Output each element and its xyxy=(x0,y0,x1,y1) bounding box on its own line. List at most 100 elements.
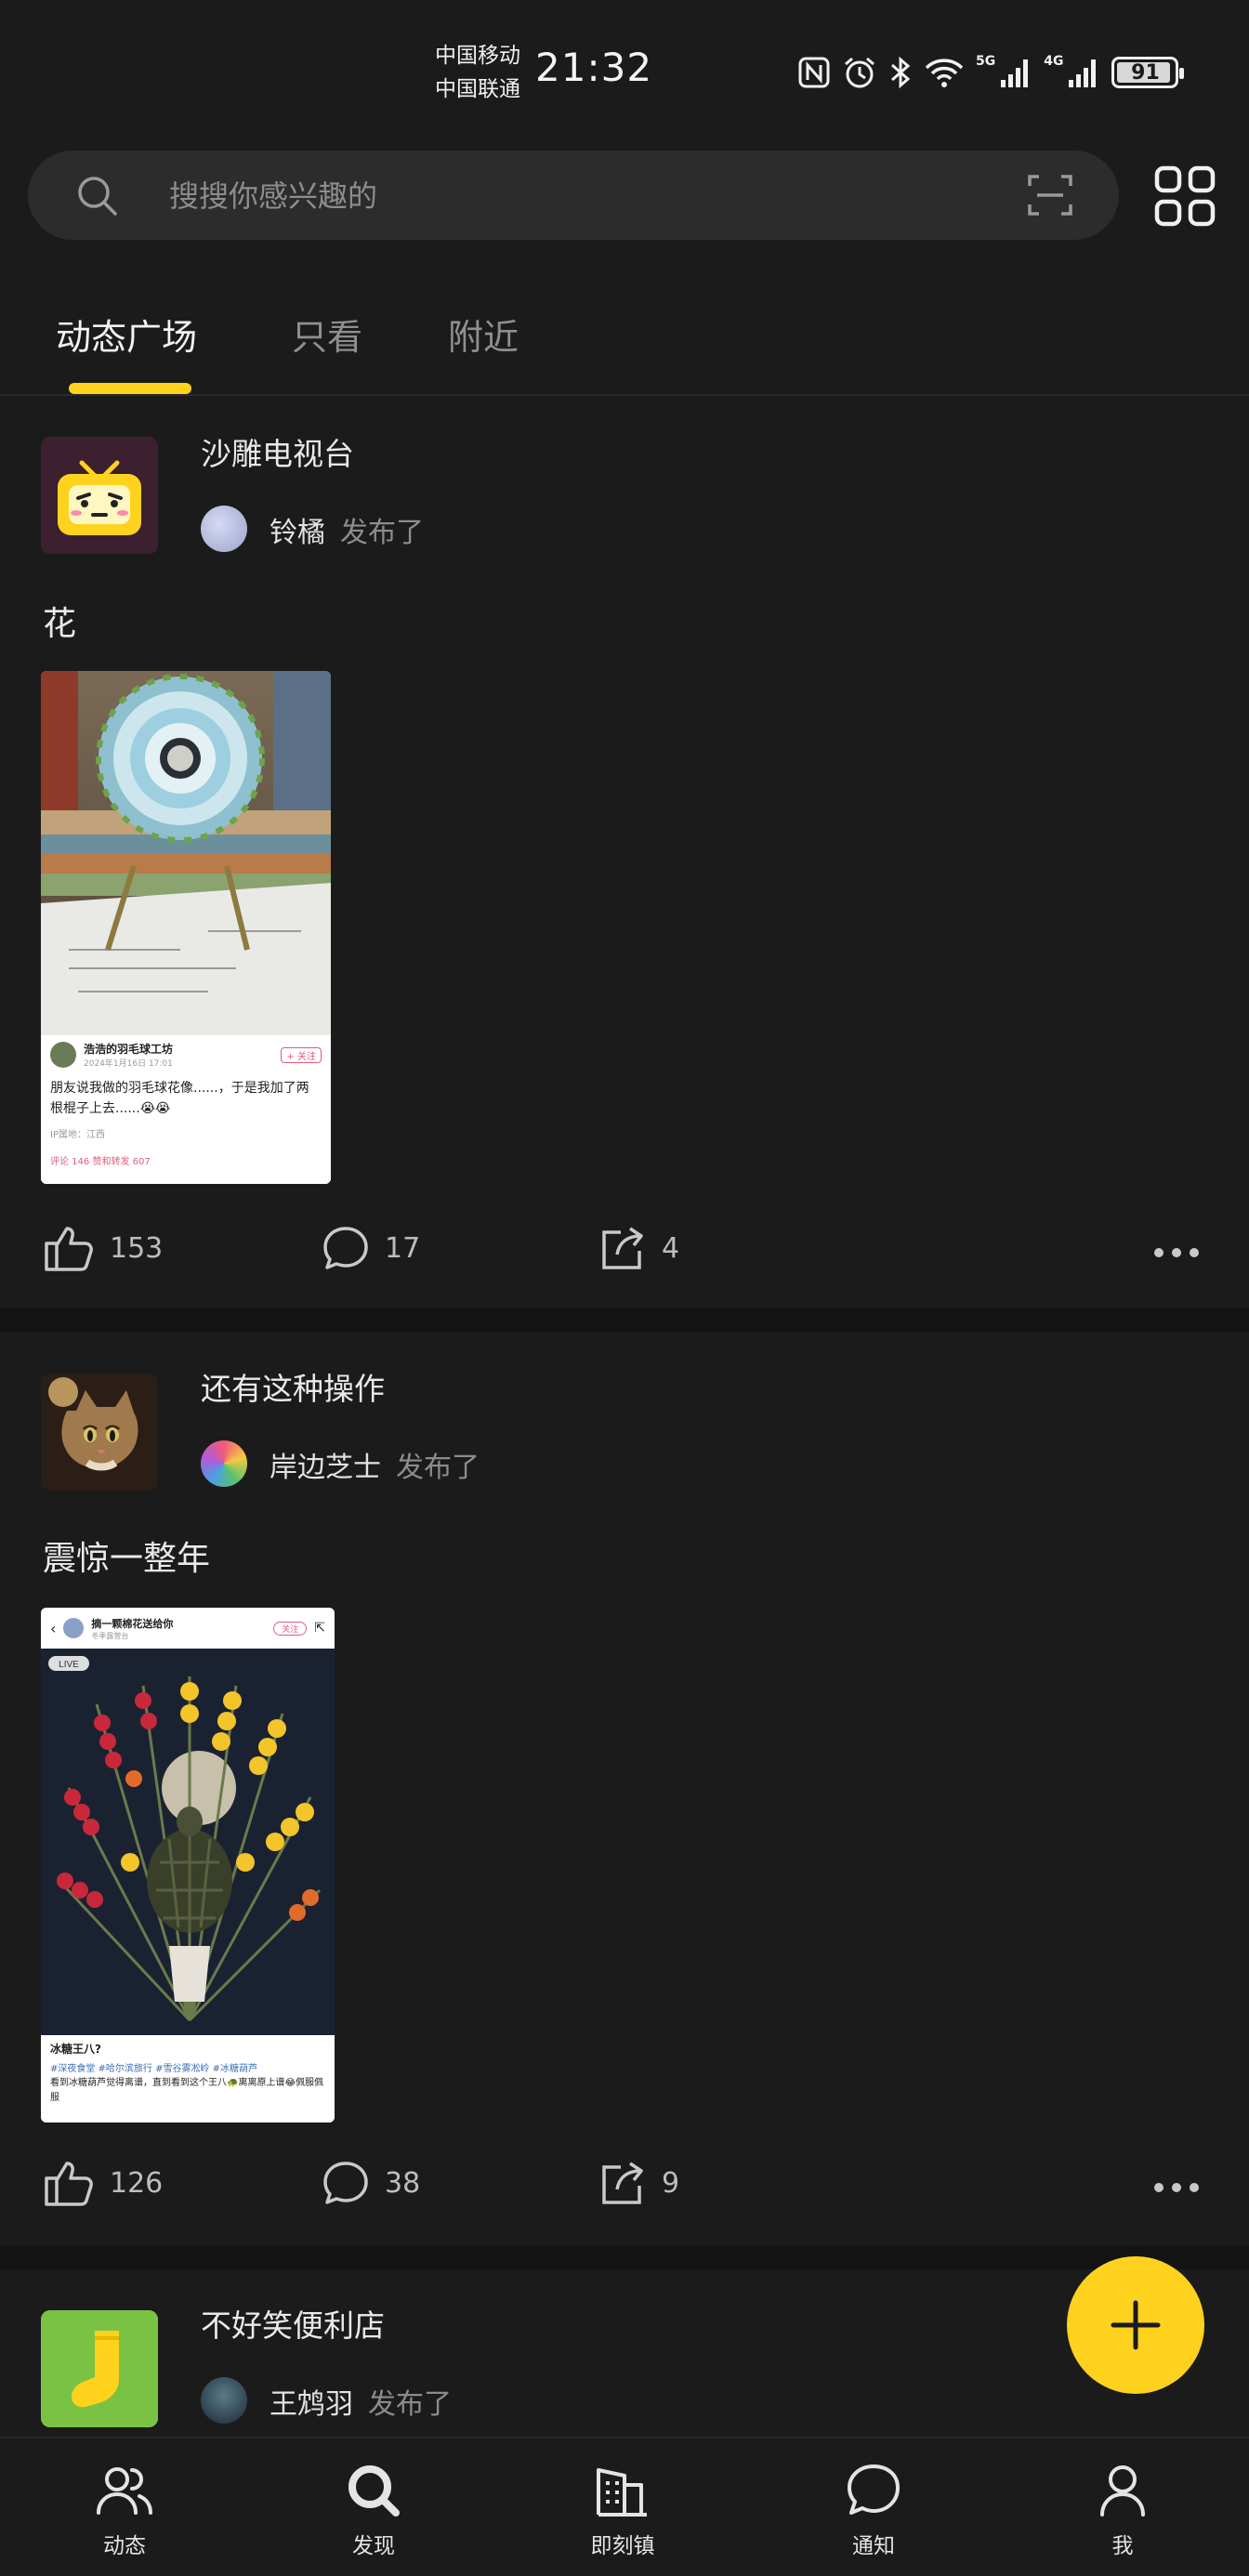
user-avatar[interactable] xyxy=(201,506,247,552)
post-image[interactable]: ‹ 摘一颗棉花送给你 冬季露营台 关注 ⇱ LIVE 冰糖王八? #深夜食堂 #… xyxy=(41,1608,335,2123)
feed-post: 还有这种操作 岸边芝士 发布了 震惊一整年 ‹ 摘一颗棉花送给你 冬季露营台 关… xyxy=(0,1333,1249,2245)
comment-count: 17 xyxy=(385,1231,421,1265)
wifi-icon xyxy=(925,59,964,87)
person-icon xyxy=(1100,2465,1145,2517)
search-bar[interactable]: 搜搜你感兴趣的 xyxy=(28,151,1119,240)
embedded-text: 朋友说我做的羽毛球花像......，于是我加了两根棍子上去......😭😭 xyxy=(50,1081,309,1116)
carrier-names: 中国移动 中国联通 xyxy=(435,39,520,106)
user-name[interactable]: 岸边芝士 xyxy=(270,1444,381,1485)
thumbs-up-icon xyxy=(45,2162,93,2206)
like-button[interactable]: 126 xyxy=(43,2160,163,2206)
comment-count: 38 xyxy=(385,2166,421,2200)
comment-bubble-icon xyxy=(323,2162,368,2204)
embedded-follow: + 关注 xyxy=(281,1046,322,1063)
embedded-sub: 冬季露营台 xyxy=(91,1631,129,1640)
nav-label: 通知 xyxy=(852,2534,895,2558)
active-tab-indicator xyxy=(69,383,191,394)
share-count: 4 xyxy=(662,1231,680,1265)
embedded-avatar xyxy=(63,1618,85,1638)
post-actions: 126 38 9 xyxy=(0,2160,1249,2215)
comment-button[interactable]: 38 xyxy=(322,2160,420,2206)
embedded-tags: #深夜食堂 #哈尔滨旅行 #雪谷雾凇岭 #冰糖葫芦 xyxy=(50,2064,258,2074)
sock-icon xyxy=(41,2310,158,2427)
nav-label: 发现 xyxy=(352,2534,395,2558)
embedded-text: 看到冰糖葫芦觉得离谱，直到看到这个王八🐢离离原上谱😂佩服佩服 xyxy=(50,2078,324,2103)
signal-2-label: 4G xyxy=(1044,54,1064,69)
like-count: 126 xyxy=(110,2166,164,2200)
channel-name[interactable]: 还有这种操作 xyxy=(201,1364,385,1409)
search-icon xyxy=(348,2465,400,2517)
channel-avatar[interactable] xyxy=(41,1373,158,1491)
user-name[interactable]: 王鸩羽 xyxy=(270,2381,353,2422)
scan-icon[interactable] xyxy=(1026,171,1074,219)
comment-button[interactable]: 17 xyxy=(322,1225,420,1271)
signal-bars-1-icon xyxy=(1001,59,1029,87)
embedded-date: 2024年1月16日 17:01 xyxy=(84,1059,173,1069)
more-options-icon[interactable] xyxy=(1154,1248,1199,1257)
chat-bubble-icon xyxy=(848,2464,900,2515)
nav-label: 即刻镇 xyxy=(590,2534,655,2558)
tab-nearby[interactable]: 附近 xyxy=(448,309,519,360)
embedded-stats: 评论 146 赞和转发 607 xyxy=(50,1157,151,1167)
post-title[interactable]: 花 xyxy=(43,597,76,645)
like-button[interactable]: 153 xyxy=(43,1225,163,1271)
thumbs-up-icon xyxy=(45,1227,93,1271)
channel-name[interactable]: 沙雕电视台 xyxy=(201,429,354,474)
tab-square[interactable]: 动态广场 xyxy=(56,309,197,360)
user-name[interactable]: 铃橘 xyxy=(270,509,325,550)
post-action-text: 发布了 xyxy=(396,1452,480,1484)
user-avatar[interactable] xyxy=(201,2377,247,2424)
channel-name[interactable]: 不好笑便利店 xyxy=(201,2301,385,2346)
embedded-header: ‹ 摘一颗棉花送给你 冬季露营台 关注 ⇱ xyxy=(41,1608,335,1649)
battery-icon: 91 xyxy=(1111,57,1185,88)
comment-bubble-icon xyxy=(323,1227,368,1269)
nav-item-notifications[interactable]: 通知 xyxy=(799,2463,948,2559)
embedded-location: IP属地：江西 xyxy=(50,1130,105,1140)
share-button[interactable]: 4 xyxy=(598,1225,679,1271)
clock: 21:32 xyxy=(535,45,653,90)
bluetooth-icon xyxy=(891,56,911,89)
post-divider xyxy=(0,2245,1249,2269)
channel-avatar[interactable] xyxy=(41,2310,158,2427)
share-out-icon: ⇱ xyxy=(314,1621,325,1636)
embedded-follow: 关注 xyxy=(273,1621,308,1636)
cat-photo xyxy=(41,1373,158,1491)
post-action-text: 发布了 xyxy=(368,2388,452,2421)
signal-1-label: 5G xyxy=(976,54,996,69)
search-icon xyxy=(78,177,117,216)
carrier-1: 中国移动 xyxy=(435,44,520,68)
nav-item-discover[interactable]: 发现 xyxy=(299,2463,448,2559)
post-title[interactable]: 震惊一整年 xyxy=(43,1531,210,1580)
candied-turtle-photo: LIVE xyxy=(41,1649,335,2035)
post-image[interactable]: 浩浩的羽毛球工坊 2024年1月16日 17:01 + 关注 朋友说我做的羽毛球… xyxy=(41,671,331,1184)
embedded-caption: 冰糖王八? xyxy=(50,2043,101,2056)
feed-post: 沙雕电视台 铃橘 发布了 花 浩浩的羽毛球工坊 2024年1月16日 17:01… xyxy=(0,398,1249,1308)
nav-item-feed[interactable]: 动态 xyxy=(50,2463,199,2559)
embedded-author: 摘一颗棉花送给你 xyxy=(91,1617,174,1630)
nfc-icon xyxy=(798,57,830,88)
channel-avatar[interactable] xyxy=(41,437,158,554)
share-icon xyxy=(602,1227,643,1269)
user-avatar[interactable] xyxy=(201,1440,247,1487)
more-options-icon[interactable] xyxy=(1154,2183,1199,2192)
bottom-navigation: 动态 发现 即刻镇 通知 我 xyxy=(0,2437,1249,2576)
tab-only-watch[interactable]: 只看 xyxy=(292,309,362,360)
buildings-icon xyxy=(597,2468,647,2517)
nav-label: 动态 xyxy=(103,2534,146,2558)
like-count: 153 xyxy=(110,1231,164,1265)
search-placeholder[interactable]: 搜搜你感兴趣的 xyxy=(169,173,377,216)
nav-label: 我 xyxy=(1111,2534,1134,2558)
status-icons: 5G 4G 91 xyxy=(797,50,1185,95)
post-actions: 153 17 4 xyxy=(0,1225,1249,1281)
embedded-author: 浩浩的羽毛球工坊 xyxy=(84,1043,174,1056)
create-post-button[interactable] xyxy=(1067,2256,1204,2394)
post-divider xyxy=(0,1308,1249,1333)
nav-item-me[interactable]: 我 xyxy=(1048,2463,1197,2559)
grid-menu-icon[interactable] xyxy=(1152,164,1217,229)
nav-item-town[interactable]: 即刻镇 xyxy=(548,2463,697,2559)
status-bar: 中国移动 中国联通 21:32 5G 4G 91 xyxy=(0,0,1249,139)
feed-tabs: 动态广场 只看 附近 xyxy=(0,297,1249,396)
share-button[interactable]: 9 xyxy=(598,2160,679,2206)
tv-mascot-icon xyxy=(41,437,158,554)
live-badge: LIVE xyxy=(59,1660,79,1670)
